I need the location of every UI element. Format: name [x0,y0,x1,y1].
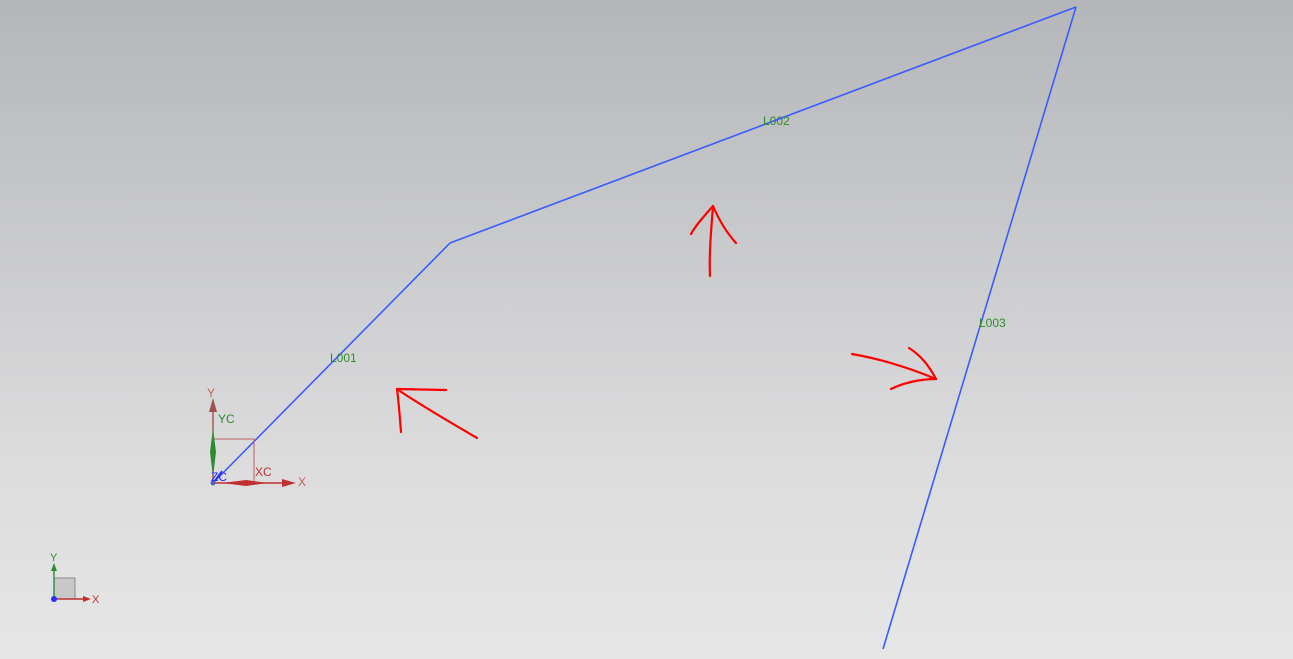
triad-x-arrowhead [83,596,91,602]
wcs-csys[interactable]: X Y XC YC ZC [207,386,306,489]
triad-z-axis [51,596,57,602]
red-arrow-up-left [395,387,479,440]
graphics-canvas[interactable]: L001 L002 L003 X Y XC YC ZC X Y [0,0,1293,659]
triad-cube [53,577,76,600]
wcs-yc-label: YC [218,412,235,426]
wcs-y-arrowhead [209,398,217,412]
red-arrow-up [689,204,738,278]
triad-x-label: X [92,594,100,606]
graphics-window[interactable]: L001 L002 L003 X Y XC YC ZC X Y [0,0,1293,659]
wcs-xc-label: XC [255,465,272,479]
curve-label-L001: L001 [330,351,357,365]
curve-label-L002: L002 [763,114,790,128]
wcs-xc-handle[interactable] [222,480,268,486]
wcs-x-arrowhead [282,479,296,487]
triad-y-label: Y [50,552,58,564]
sketch-curves [212,6,1077,650]
red-arrow-right [850,346,938,391]
curve-label-L003: L003 [979,316,1006,330]
triad-y-arrowhead [51,563,57,571]
wcs-y-label: Y [207,386,215,400]
wcs-x-label: X [298,475,306,489]
wcs-zc-label: ZC [211,470,227,484]
view-triad[interactable]: X Y [50,552,100,606]
